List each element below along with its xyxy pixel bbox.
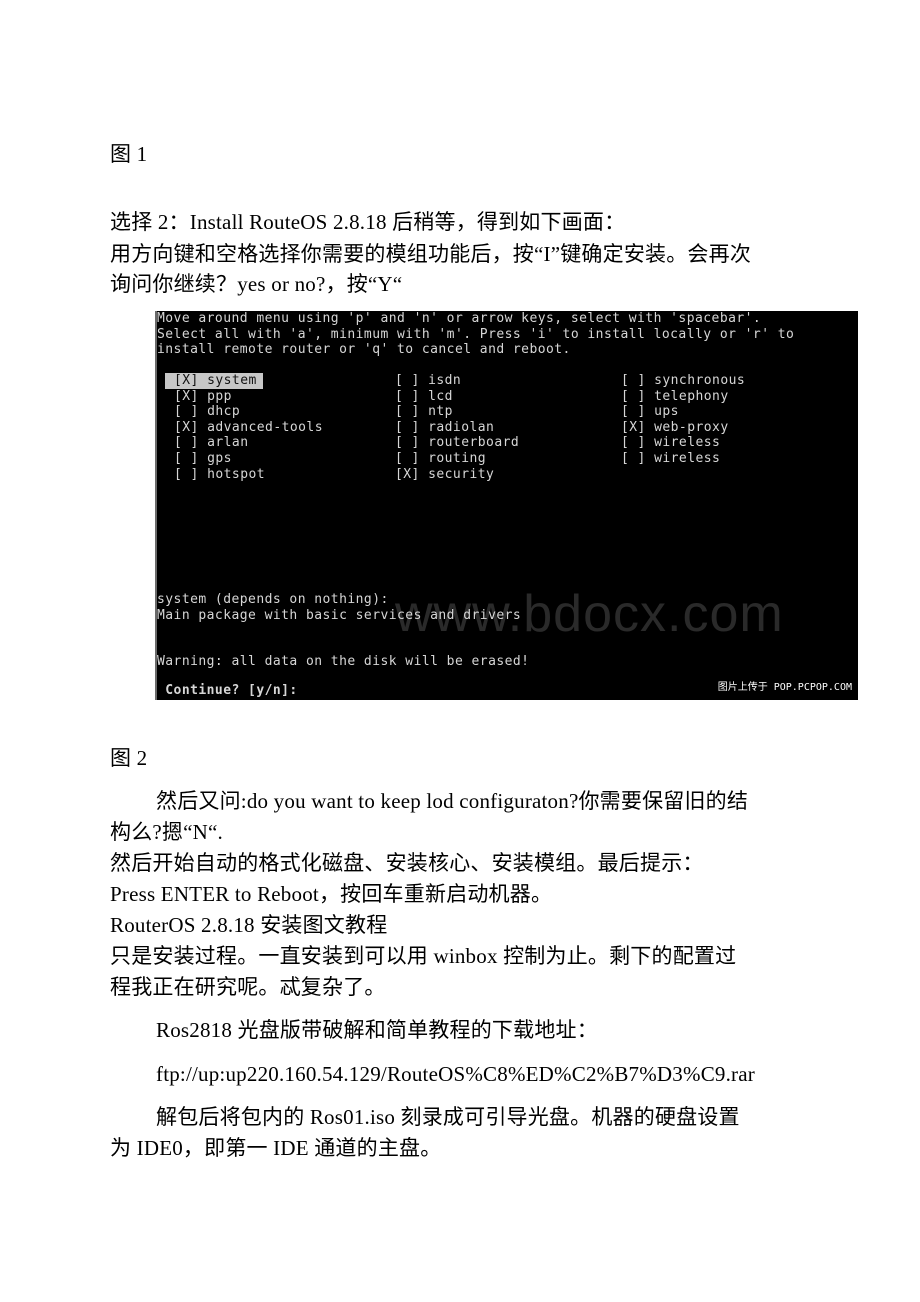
figure-1-caption: 图 1 (110, 142, 148, 166)
package-option-ppp[interactable]: [X] ppp (174, 389, 232, 405)
package-option-wireless-2[interactable]: [ ] wireless (621, 451, 720, 467)
paragraph-config-line2: 构么?摁“N“. (110, 820, 223, 844)
paragraph-iso-line1: 解包后将包内的 Ros01.iso 刻录成可引导光盘。机器的硬盘设置 (156, 1105, 740, 1129)
package-option-ups[interactable]: [ ] ups (621, 404, 679, 420)
paragraph-config-line1: 然后又问:do you want to keep lod configurato… (156, 789, 749, 813)
continue-prompt[interactable]: Continue? [y/n]: (157, 683, 298, 699)
package-option-wireless[interactable]: [ ] wireless (621, 435, 720, 451)
package-option-lcd[interactable]: [ ] lcd (395, 389, 453, 405)
paragraph-iso-line2: 为 IDE0，即第一 IDE 通道的主盘。 (110, 1136, 442, 1160)
package-option-security[interactable]: [X] security (395, 467, 494, 483)
package-option-web-proxy[interactable]: [X] web-proxy (621, 420, 729, 436)
paragraph-format: 然后开始自动的格式化磁盘、安装核心、安装模组。最后提示： (110, 851, 704, 875)
paragraph-title: RouterOS 2.8.18 安装图文教程 (110, 913, 388, 937)
paragraph-note-line1: 只是安装过程。一直安装到可以用 winbox 控制为止。剩下的配置过 (110, 944, 737, 968)
paragraph-note-line2: 程我正在研究呢。忒复杂了。 (110, 975, 386, 999)
terminal-instruction-line: Move around menu using 'p' and 'n' or ar… (157, 311, 762, 326)
paragraph-keys-line2: 询问你继续？yes or no?，按“Y“ (110, 272, 403, 296)
package-option-routerboard[interactable]: [ ] routerboard (395, 435, 519, 451)
package-option-isdn[interactable]: [ ] isdn (395, 373, 461, 389)
paragraph-download: Ros2818 光盘版带破解和简单教程的下载地址： (156, 1018, 598, 1042)
package-option-ntp[interactable]: [ ] ntp (395, 404, 453, 420)
paragraph-keys-line1: 用方向键和空格选择你需要的模组功能后，按“I”键确定安装。会再次 (110, 242, 752, 266)
package-option-routing[interactable]: [ ] routing (395, 451, 486, 467)
terminal-edge (155, 311, 157, 700)
package-option-advanced-tools[interactable]: [X] advanced-tools (174, 420, 323, 436)
package-option-radiolan[interactable]: [ ] radiolan (395, 420, 494, 436)
terminal-instruction-line: install remote router or 'q' to cancel a… (157, 342, 571, 358)
package-description-text: Main package with basic services and dri… (157, 607, 522, 623)
erase-warning: Warning: all data on the disk will be er… (157, 654, 530, 669)
paragraph-step2: 选择 2：Install RouteOS 2.8.18 后稍等，得到如下画面： (110, 210, 626, 234)
paragraph-reboot: Press ENTER to Reboot，按回车重新启动机器。 (110, 882, 553, 906)
figure-2-caption: 图 2 (110, 746, 148, 770)
package-option-telephony[interactable]: [ ] telephony (621, 389, 729, 405)
routeos-installer-screenshot: Move around menu using 'p' and 'n' or ar… (155, 311, 858, 700)
download-url[interactable]: ftp://up:up220.160.54.129/RouteOS%C8%ED%… (110, 1060, 755, 1088)
image-credit: 图片上传于 POP.PCPOP.COM (717, 682, 852, 694)
package-option-hotspot[interactable]: [ ] hotspot (174, 467, 265, 483)
package-description-title: system (depends on nothing): (157, 592, 389, 607)
package-option-synchronous[interactable]: [ ] synchronous (621, 373, 745, 389)
package-option-system[interactable]: [X] system (165, 373, 263, 389)
package-option-gps[interactable]: [ ] gps (174, 451, 232, 467)
terminal-instruction-line: Select all with 'a', minimum with 'm'. P… (157, 326, 795, 342)
package-option-arlan[interactable]: [ ] arlan (174, 435, 249, 451)
package-option-dhcp[interactable]: [ ] dhcp (174, 404, 240, 420)
